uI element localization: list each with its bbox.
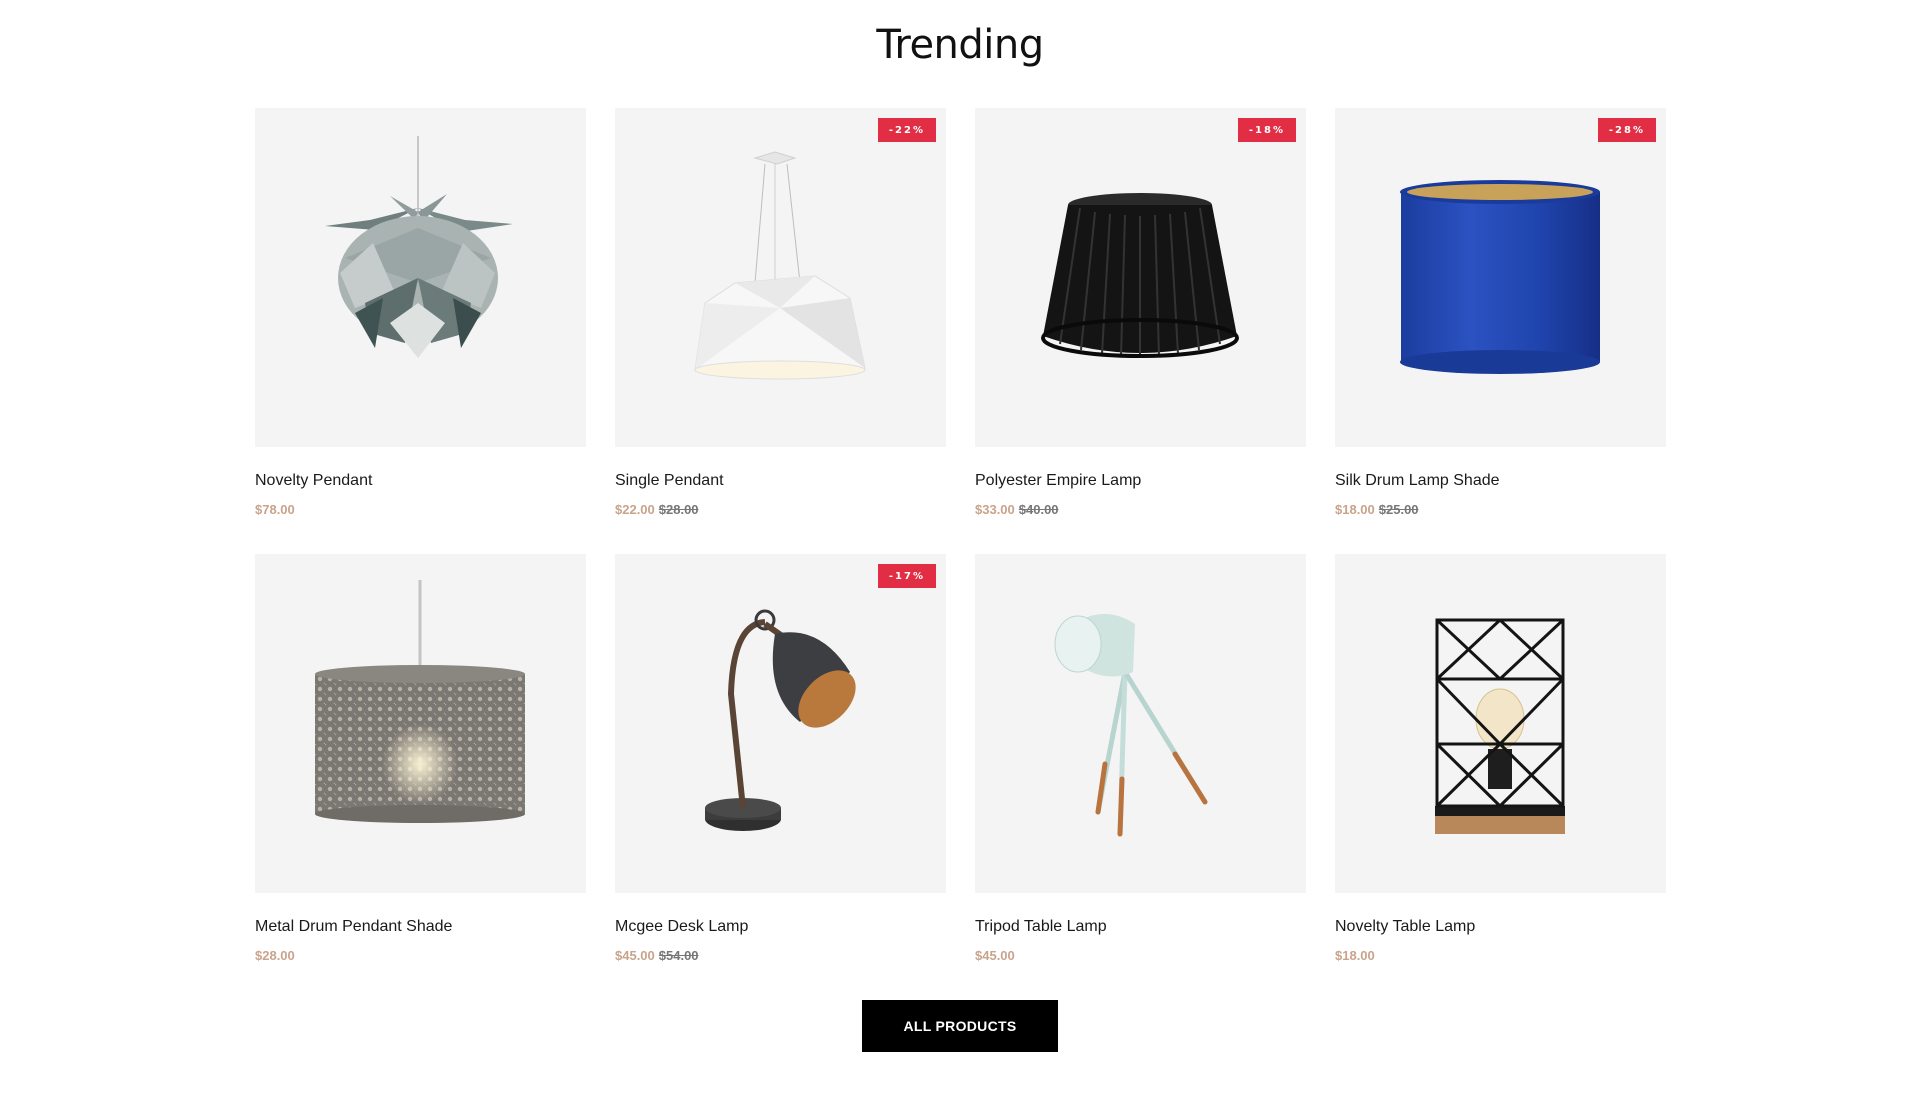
product-image[interactable]: -17%	[615, 554, 946, 893]
all-products-button[interactable]: ALL PRODUCTS	[862, 1000, 1058, 1052]
product-price: $28.00	[255, 947, 586, 965]
product-card[interactable]: -17% Mcgee Desk Lamp $45.00 $54.00	[615, 554, 946, 1000]
product-image[interactable]: -18%	[975, 108, 1306, 447]
metal-drum-pendant-image	[315, 580, 525, 823]
product-image[interactable]: -28%	[1335, 108, 1666, 447]
product-grid: Novelty Pendant $78.00 -22% Single Penda…	[255, 108, 1667, 1000]
wire-cage-lamp-image	[1435, 618, 1565, 834]
current-price: $22.00	[615, 502, 655, 517]
product-name[interactable]: Mcgee Desk Lamp	[615, 917, 946, 937]
product-image[interactable]	[255, 108, 586, 447]
original-price: $54.00	[658, 948, 699, 963]
product-card[interactable]: -28% Silk Drum Lamp Shade $18.00 $25.00	[1335, 108, 1666, 554]
blue-drum-shade-image	[1400, 180, 1600, 374]
current-price: $18.00	[1335, 502, 1375, 517]
discount-badge: -22%	[877, 118, 936, 142]
product-price: $18.00 $25.00	[1335, 501, 1666, 519]
product-card[interactable]: Novelty Table Lamp $18.00	[1335, 554, 1666, 1000]
desk-lamp-image	[705, 609, 856, 831]
product-card[interactable]: Metal Drum Pendant Shade $28.00	[255, 554, 586, 1000]
product-price: $45.00	[975, 947, 1306, 965]
current-price: $45.00	[975, 948, 1015, 963]
discount-badge: -17%	[877, 564, 936, 588]
tripod-lamp-image	[1054, 614, 1208, 837]
product-price: $33.00 $40.00	[975, 501, 1306, 519]
current-price: $33.00	[975, 502, 1015, 517]
current-price: $45.00	[615, 948, 655, 963]
product-image[interactable]	[975, 554, 1306, 893]
trending-section: Trending Novelty Pendant $78.00 -22% Sin…	[0, 0, 1920, 1113]
original-price: $40.00	[1018, 502, 1059, 517]
current-price: $28.00	[255, 948, 295, 963]
product-price: $45.00 $54.00	[615, 947, 946, 965]
product-image[interactable]: -22%	[615, 108, 946, 447]
product-price: $18.00	[1335, 947, 1666, 965]
current-price: $78.00	[255, 502, 295, 517]
black-empire-shade-image	[1041, 193, 1239, 358]
product-name[interactable]: Novelty Table Lamp	[1335, 917, 1666, 937]
pinecone-pendant-image	[325, 136, 513, 358]
product-image[interactable]	[1335, 554, 1666, 893]
product-card[interactable]: Novelty Pendant $78.00	[255, 108, 586, 554]
product-name[interactable]: Novelty Pendant	[255, 471, 586, 491]
section-title: Trending	[876, 22, 1044, 68]
product-image[interactable]	[255, 554, 586, 893]
product-card[interactable]: Tripod Table Lamp $45.00	[975, 554, 1306, 1000]
product-price: $78.00	[255, 501, 586, 519]
product-price: $22.00 $28.00	[615, 501, 946, 519]
product-name[interactable]: Silk Drum Lamp Shade	[1335, 471, 1666, 491]
current-price: $18.00	[1335, 948, 1375, 963]
product-card[interactable]: -18% Polyester Empire Lamp $33.00 $40.00	[975, 108, 1306, 554]
original-price: $28.00	[658, 502, 699, 517]
discount-badge: -18%	[1237, 118, 1296, 142]
original-price: $25.00	[1378, 502, 1419, 517]
geometric-pendant-image	[694, 151, 866, 380]
product-name[interactable]: Tripod Table Lamp	[975, 917, 1306, 937]
product-card[interactable]: -22% Single Pendant $22.00 $28.00	[615, 108, 946, 554]
product-name[interactable]: Single Pendant	[615, 471, 946, 491]
discount-badge: -28%	[1597, 118, 1656, 142]
product-name[interactable]: Metal Drum Pendant Shade	[255, 917, 586, 937]
product-name[interactable]: Polyester Empire Lamp	[975, 471, 1306, 491]
